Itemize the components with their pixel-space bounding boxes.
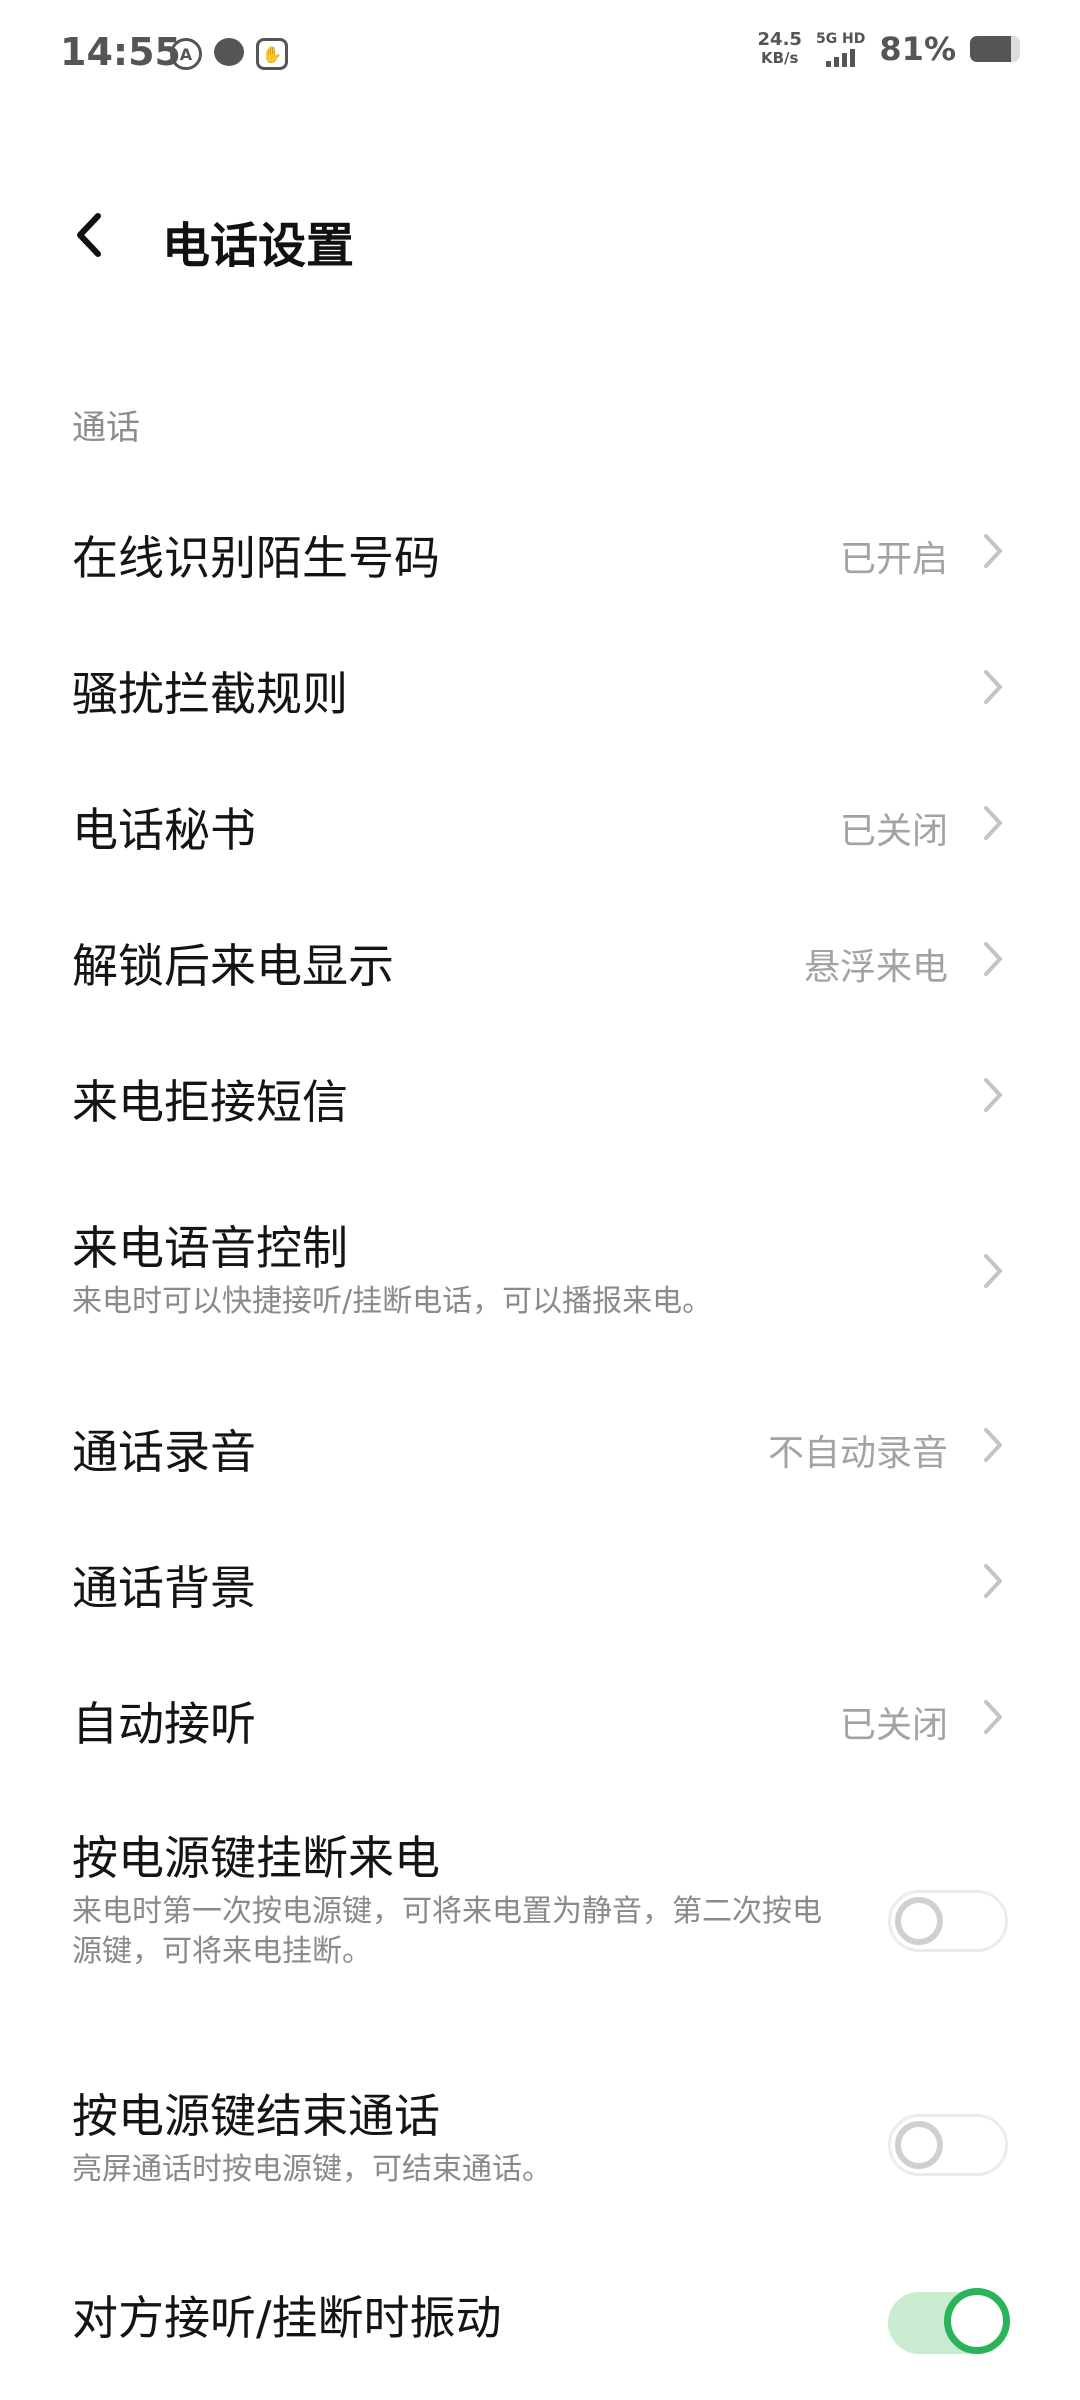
header: 电话设置 — [0, 180, 1080, 290]
row-value: 不自动录音 — [767, 1433, 948, 1474]
row-title: 通话录音 — [72, 1425, 256, 1479]
network-speed-unit: KB/s — [761, 49, 799, 67]
row-title: 按电源键挂断来电 — [72, 1831, 440, 1885]
row-title: 对方接听/挂断时振动 — [72, 2291, 502, 2345]
row-title: 来电拒接短信 — [72, 1075, 348, 1129]
toggle-switch[interactable] — [888, 2114, 1008, 2176]
row-reject-sms[interactable]: 来电拒接短信 — [0, 1044, 1080, 1144]
status-notification-icons: A ✋ — [170, 38, 288, 70]
row-subtitle: 来电时可以快捷接听/挂断电话，可以播报来电。 — [72, 1284, 713, 1319]
accessibility-icon: A — [170, 38, 202, 70]
chevron-right-icon — [978, 528, 1008, 574]
row-title: 电话秘书 — [72, 803, 256, 857]
section-header: 通话 — [72, 408, 140, 448]
row-harass-rules[interactable]: 骚扰拦截规则 — [0, 636, 1080, 736]
toggle-knob — [895, 1897, 943, 1945]
signal-icon — [826, 47, 856, 67]
row-title: 骚扰拦截规则 — [72, 667, 348, 721]
row-power-key-hangup-incoming: 按电源键挂断来电 来电时第一次按电源键，可将来电置为静音，第二次按电源键，可将来… — [0, 1802, 1080, 2002]
status-time: 14:55 — [60, 30, 181, 74]
row-title: 解锁后来电显示 — [72, 939, 394, 993]
row-unlock-call-display[interactable]: 解锁后来电显示 悬浮来电 — [0, 908, 1080, 1008]
message-icon — [214, 38, 244, 66]
row-title: 来电语音控制 — [72, 1221, 348, 1275]
row-vibrate-on-answer: 对方接听/挂断时振动 — [0, 2262, 1080, 2372]
chevron-right-icon — [978, 936, 1008, 982]
row-voice-control[interactable]: 来电语音控制 来电时可以快捷接听/挂断电话，可以播报来电。 — [0, 1190, 1080, 1350]
row-power-key-end-call: 按电源键结束通话 亮屏通话时按电源键，可结束通话。 — [0, 2060, 1080, 2200]
row-value: 已关闭 — [839, 811, 948, 852]
chevron-right-icon — [978, 1422, 1008, 1468]
status-right-group: 24.5 KB/s 5G HD 81% — [758, 30, 1020, 68]
chevron-right-icon — [978, 664, 1008, 710]
chevron-right-icon — [978, 1694, 1008, 1740]
chevron-right-icon — [978, 800, 1008, 846]
back-button[interactable] — [60, 205, 120, 265]
row-online-identify[interactable]: 在线识别陌生号码 已开启 — [0, 500, 1080, 600]
row-title: 自动接听 — [72, 1697, 256, 1751]
row-value: 已开启 — [839, 539, 948, 580]
chevron-left-icon — [77, 213, 101, 257]
chevron-right-icon — [978, 1248, 1008, 1294]
row-phone-secretary[interactable]: 电话秘书 已关闭 — [0, 772, 1080, 872]
row-subtitle: 来电时第一次按电源键，可将来电置为静音，第二次按电源键，可将来电挂断。 — [72, 1894, 822, 1969]
chevron-right-icon — [978, 1072, 1008, 1118]
status-bar: 14:55 A ✋ 24.5 KB/s 5G HD 81% — [0, 0, 1080, 110]
network-type: 5G HD — [815, 31, 866, 47]
row-auto-answer[interactable]: 自动接听 已关闭 — [0, 1666, 1080, 1766]
row-title: 在线识别陌生号码 — [72, 531, 440, 585]
row-call-background[interactable]: 通话背景 — [0, 1530, 1080, 1630]
chevron-right-icon — [978, 1558, 1008, 1604]
toggle-switch[interactable] — [888, 1890, 1008, 1952]
row-subtitle: 亮屏通话时按电源键，可结束通话。 — [72, 2152, 552, 2187]
row-title: 通话背景 — [72, 1561, 256, 1615]
network-speed: 24.5 KB/s — [757, 29, 802, 68]
row-value: 悬浮来电 — [803, 947, 948, 988]
battery-percent: 81% — [879, 30, 956, 68]
battery-fill — [970, 36, 1011, 62]
page-title: 电话设置 — [162, 218, 355, 274]
toggle-switch[interactable] — [888, 2288, 1010, 2354]
row-value: 已关闭 — [839, 1705, 948, 1746]
toggle-knob — [944, 2288, 1010, 2354]
network-indicator: 5G HD — [816, 31, 865, 67]
battery-icon — [970, 36, 1020, 62]
toggle-knob — [895, 2121, 943, 2169]
row-title: 按电源键结束通话 — [72, 2089, 440, 2143]
network-speed-value: 24.5 — [757, 29, 802, 50]
row-call-recording[interactable]: 通话录音 不自动录音 — [0, 1394, 1080, 1494]
app-icon: ✋ — [256, 38, 288, 70]
